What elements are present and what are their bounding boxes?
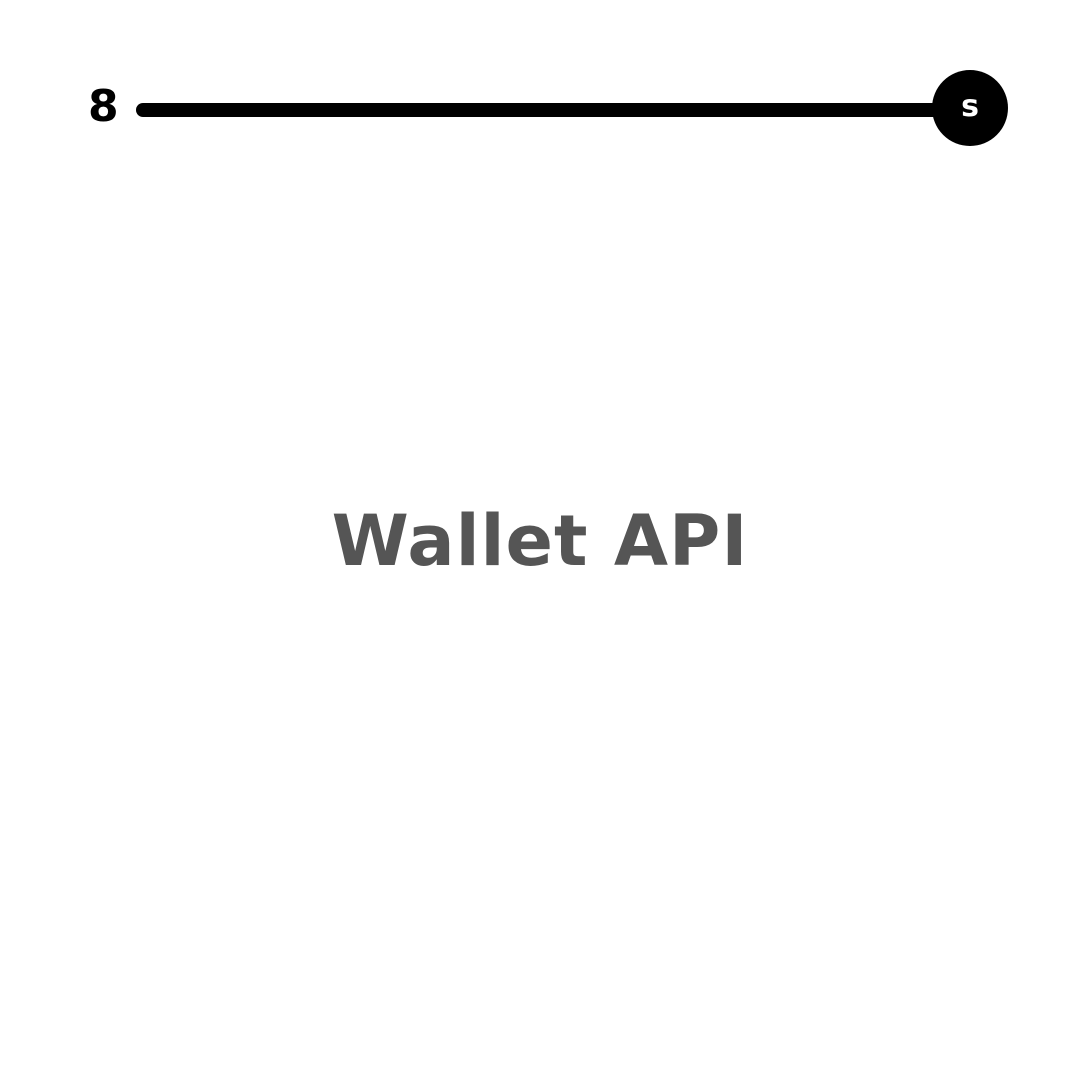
slide-number: 8 xyxy=(88,81,119,132)
brand-badge: s xyxy=(932,70,1008,146)
progress-line xyxy=(136,103,966,117)
slide-page: 8 s Wallet API xyxy=(0,0,1080,1080)
page-title: Wallet API xyxy=(331,500,749,582)
brand-badge-letter: s xyxy=(961,89,979,124)
